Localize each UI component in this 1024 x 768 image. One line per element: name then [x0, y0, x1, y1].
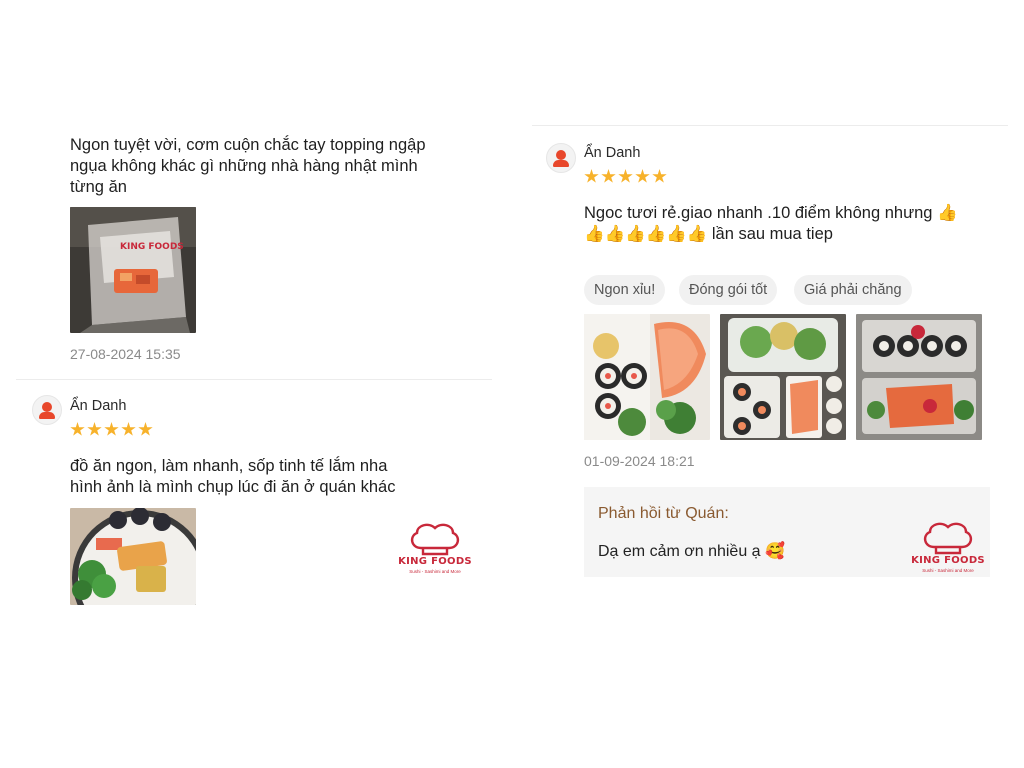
- brand-logo: KING FOODS Sushi - Sashimi and More: [389, 522, 481, 582]
- avatar: [546, 143, 576, 173]
- tag-chip[interactable]: Đóng gói tốt: [679, 275, 778, 305]
- avatar: [32, 395, 62, 425]
- tag-chip[interactable]: Giá phải chăng: [794, 275, 912, 305]
- brand-name: KING FOODS: [911, 555, 985, 566]
- user-name: Ẩn Danh: [70, 398, 127, 414]
- review-text: Ngoc tươi rẻ.giao nhanh .10 điểm không n…: [584, 204, 958, 243]
- star-icon: [121, 422, 136, 436]
- review-date: 01-09-2024 18:21: [584, 453, 695, 469]
- star-icon: [584, 169, 599, 183]
- star-icon: [652, 169, 667, 183]
- right-review-panel: Ẩn Danh Ngoc tươi rẻ.giao nhanh .10 điểm…: [532, 125, 1008, 585]
- star-icon: [104, 422, 119, 436]
- tag-chip[interactable]: Ngon xỉu!: [584, 275, 666, 305]
- reply-text: Dạ em cảm ơn nhiều ạ 🥰: [598, 543, 785, 560]
- chef-hat-icon: [410, 523, 460, 556]
- divider: [532, 125, 1008, 126]
- review-text: đồ ăn ngon, làm nhanh, sốp tinh tế lắm n…: [70, 457, 396, 496]
- review-photo[interactable]: [720, 314, 846, 440]
- brand-name: KING FOODS: [398, 556, 472, 567]
- star-icon: [601, 169, 616, 183]
- review-photo[interactable]: KING FOODS: [70, 207, 196, 333]
- star-rating: [584, 169, 667, 184]
- review-date: 27-08-2024 15:35: [70, 346, 181, 362]
- review-photo[interactable]: [70, 508, 196, 605]
- review-photo[interactable]: [856, 314, 982, 440]
- shop-reply-box: Phản hồi từ Quán: Dạ em cảm ơn nhiều ạ 🥰…: [584, 487, 990, 577]
- brand-logo: KING FOODS Sushi - Sashimi and More: [902, 521, 994, 581]
- star-icon: [618, 169, 633, 183]
- review-photo[interactable]: [584, 314, 710, 440]
- star-icon: [87, 422, 102, 436]
- reply-title: Phản hồi từ Quán:: [598, 505, 729, 522]
- divider: [16, 379, 492, 380]
- chef-hat-icon: [923, 522, 973, 555]
- brand-tagline: Sushi - Sashimi and More: [409, 569, 461, 574]
- user-name: Ẩn Danh: [584, 145, 641, 161]
- star-icon: [635, 169, 650, 183]
- review-text: Ngon tuyệt vời, cơm cuộn chắc tay toppin…: [70, 136, 426, 196]
- svg-text:KING FOODS: KING FOODS: [120, 242, 184, 252]
- star-rating: [70, 422, 153, 437]
- star-icon: [70, 422, 85, 436]
- star-icon: [138, 422, 153, 436]
- brand-tagline: Sushi - Sashimi and More: [922, 568, 974, 573]
- left-review-panel: Ngon tuyệt vời, cơm cuộn chắc tay toppin…: [16, 125, 492, 605]
